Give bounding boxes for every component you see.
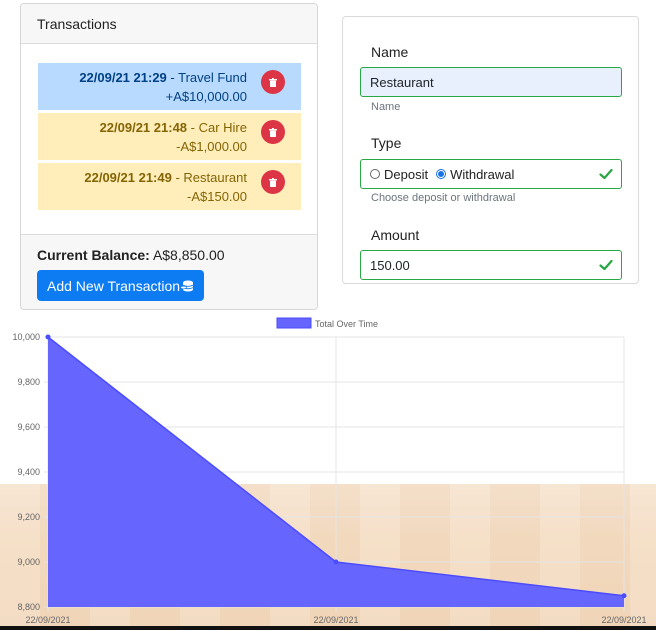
name-input[interactable]: Restaurant — [360, 67, 622, 97]
transactions-card: Transactions 22/09/21 21:29 - Travel Fun… — [20, 3, 318, 310]
amount-input[interactable]: 150.00 — [360, 250, 622, 280]
deposit-radio-label[interactable]: Deposit — [384, 167, 428, 182]
transactions-title: Transactions — [21, 4, 317, 44]
transaction-name: Travel Fund — [178, 70, 247, 85]
y-tick-label: 9,000 — [17, 557, 40, 567]
check-icon — [599, 259, 613, 271]
total-over-time-chart: 10,000 9,800 9,600 9,400 9,200 9,000 8,800 22/0… — [12, 317, 647, 625]
trash-icon — [269, 127, 277, 137]
transaction-datetime: 22/09/21 21:49 — [84, 170, 172, 185]
transaction-amount: -A$1,000.00 — [176, 139, 247, 154]
transaction-datetime: 22/09/21 21:48 — [99, 120, 188, 135]
transaction-form: Name Restaurant Name Type Deposit Withdr… — [342, 16, 639, 284]
amount-label: Amount — [371, 227, 420, 243]
delete-button[interactable] — [261, 170, 285, 194]
add-transaction-label: Add New Transaction — [47, 277, 181, 294]
y-tick-label: 9,800 — [17, 377, 40, 387]
transaction-item[interactable]: 22/09/21 21:49 - Restaurant -A$150.00 — [38, 163, 301, 210]
y-tick-label: 10,000 — [12, 332, 40, 342]
y-tick-label: 9,200 — [17, 512, 40, 522]
transaction-item[interactable]: 22/09/21 21:29 - Travel Fund +A$10,000.0… — [38, 63, 301, 110]
transaction-name: Restaurant — [183, 170, 247, 185]
transaction-list: 22/09/21 21:29 - Travel Fund +A$10,000.0… — [21, 44, 317, 210]
transaction-line: 22/09/21 21:48 - Car Hire — [38, 118, 247, 137]
x-tick-label: 22/09/2021 — [601, 615, 646, 625]
transaction-amount: -A$150.00 — [187, 189, 247, 204]
type-help-text: Choose deposit or withdrawal — [371, 192, 516, 204]
trash-icon — [269, 177, 277, 187]
delete-button[interactable] — [261, 70, 285, 94]
x-tick-label: 22/09/2021 — [313, 615, 358, 625]
current-balance: Current Balance: A$8,850.00 — [37, 247, 301, 263]
type-radio-group: Deposit Withdrawal — [360, 159, 622, 189]
add-transaction-button[interactable]: Add New Transaction — [37, 270, 205, 301]
y-tick-label: 9,400 — [17, 467, 40, 477]
withdrawal-radio-label[interactable]: Withdrawal — [450, 167, 514, 182]
y-tick-label: 9,600 — [17, 422, 40, 432]
transaction-amount: +A$10,000.00 — [165, 89, 247, 104]
balance-label: Current Balance: — [37, 247, 150, 263]
amount-value: 150.00 — [370, 257, 410, 273]
y-tick-label: 8,800 — [17, 602, 40, 612]
transaction-line: 22/09/21 21:49 - Restaurant — [38, 168, 247, 187]
transactions-footer: Current Balance: A$8,850.00 Add New Tran… — [21, 234, 317, 309]
delete-button[interactable] — [261, 120, 285, 144]
transaction-datetime: 22/09/21 21:29 — [79, 70, 167, 85]
balance-value: A$8,850.00 — [152, 247, 225, 263]
transaction-item[interactable]: 22/09/21 21:48 - Car Hire -A$1,000.00 — [38, 113, 301, 160]
name-label: Name — [371, 44, 409, 60]
data-point — [45, 334, 51, 340]
name-help-text: Name — [371, 101, 401, 113]
legend-label: Total Over Time — [315, 319, 378, 329]
transaction-name: Car Hire — [198, 120, 247, 135]
check-icon — [599, 168, 613, 180]
deposit-radio[interactable] — [370, 169, 380, 179]
transaction-separator: - — [166, 70, 179, 85]
legend-swatch — [276, 317, 312, 329]
type-label: Type — [371, 135, 402, 151]
transaction-separator: - — [171, 170, 184, 185]
transaction-separator: - — [187, 120, 199, 135]
x-tick-label: 22/09/2021 — [25, 615, 70, 625]
transaction-line: 22/09/21 21:29 - Travel Fund — [38, 68, 247, 87]
data-point — [333, 559, 339, 565]
data-point — [621, 593, 627, 599]
coins-icon — [180, 280, 194, 291]
trash-icon — [269, 77, 277, 87]
chart-legend[interactable]: Total Over Time — [276, 317, 378, 329]
withdrawal-radio[interactable] — [436, 169, 447, 179]
